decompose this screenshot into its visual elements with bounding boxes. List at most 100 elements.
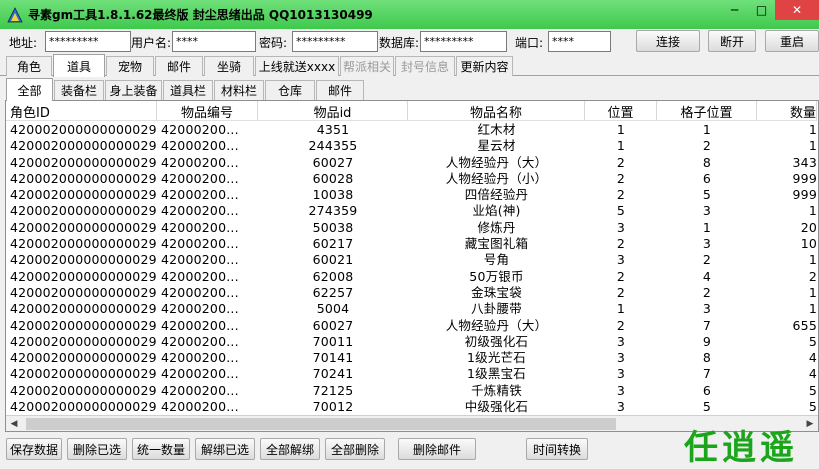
tab-ban-info[interactable]: 封号信息 [395,56,455,76]
col-header-item-id[interactable]: 物品id [258,101,408,121]
subtab-mail[interactable]: 邮件 [316,80,364,100]
cell-item-name: 初级强化石 [464,333,529,349]
close-button[interactable]: ✕ [775,0,819,20]
cell-position: 2 [616,170,626,186]
maximize-button[interactable]: □ [748,0,775,20]
port-field[interactable]: **** [548,31,611,52]
subtab-item-bar[interactable]: 道具栏 [163,80,213,100]
col-header-position[interactable]: 位置 [585,101,657,121]
scrollbar-thumb[interactable] [26,418,616,430]
cell-quantity: 999 [792,187,817,203]
table-row[interactable]: 420002000000000029 42000200... 60021 号角 3 2 1 [6,252,817,268]
table-row[interactable]: 420002000000000029 42000200... 244355 星云材 1 2… [6,138,817,154]
table-row[interactable]: 420002000000000029 42000200... 60027 人物经验丹（… [6,318,817,334]
col-header-role-id[interactable]: 角色ID [6,101,157,121]
cell-item-id: 70011 [312,333,354,349]
table-row[interactable]: 420002000000000029 42000200... 70012 中级强化石 3… [6,399,817,415]
cell-item-no: 42000200... [161,170,239,186]
unify-quantity-button[interactable]: 统一数量 [132,438,190,460]
table-row[interactable]: 420002000000000029 42000200... 50038 修炼丹 3 1 2… [6,220,817,236]
cell-quantity: 1 [808,138,817,154]
scroll-left-icon[interactable]: ◀ [6,416,22,431]
cell-item-no: 42000200... [161,333,239,349]
cell-role-id: 420002000000000029 [10,366,157,382]
table-row[interactable]: 420002000000000029 42000200... 10038 四倍经验丹 2… [6,187,817,203]
subtab-equip-bar[interactable]: 装备栏 [54,80,104,100]
cell-quantity: 20 [800,219,817,235]
tab-login-gift[interactable]: 上线就送xxxx [255,56,339,76]
table-row[interactable]: 420002000000000029 42000200... 62257 金珠宝袋 2 2… [6,285,817,301]
item-table[interactable]: 角色ID 物品编号 物品id 物品名称 位置 格子位置 数量 420002000… [5,100,819,432]
tab-pets[interactable]: 宠物 [106,56,154,76]
tab-guild[interactable]: 帮派相关 [340,56,394,76]
subtab-all[interactable]: 全部 [6,78,53,101]
table-row[interactable]: 420002000000000029 42000200... 4351 红木材 1 1 1 [6,122,817,138]
table-row[interactable]: 420002000000000029 42000200... 60217 藏宝图礼箱 2… [6,236,817,252]
cell-position: 2 [616,284,626,300]
cell-quantity: 5 [808,382,817,398]
cell-role-id: 420002000000000029 [10,333,157,349]
subtab-worn-equip[interactable]: 身上装备 [105,80,162,100]
cell-item-name: 千炼精铁 [471,382,522,398]
table-row[interactable]: 420002000000000029 42000200... 60027 人物经验丹（… [6,155,817,171]
tab-mount[interactable]: 坐骑 [204,56,254,76]
table-row[interactable]: 420002000000000029 42000200... 5004 八卦腰带 1 3 1 [6,301,817,317]
table-row[interactable]: 420002000000000029 42000200... 70241 1级黑宝石 3… [6,366,817,382]
table-row[interactable]: 420002000000000029 42000200... 60028 人物经验丹（… [6,171,817,187]
tab-updates[interactable]: 更新内容 [456,56,513,76]
cell-position: 2 [616,236,626,252]
table-row[interactable]: 420002000000000029 42000200... 72125 千炼精铁 3 6… [6,383,817,399]
cell-item-name: 星云材 [477,138,516,154]
cell-item-no: 42000200... [161,203,239,219]
col-header-item-name[interactable]: 物品名称 [408,101,585,121]
tab-items[interactable]: 道具 [53,54,105,77]
cell-item-name: 1级光芒石 [467,350,526,366]
cell-position: 2 [616,317,626,333]
subtab-material-bar[interactable]: 材料栏 [214,80,264,100]
cell-item-name: 红木材 [477,122,516,137]
cell-position: 1 [616,138,626,154]
cell-item-name: 人物经验丹（小） [445,170,548,186]
table-row[interactable]: 420002000000000029 42000200... 70011 初级强化石 3… [6,334,817,350]
delete-all-button[interactable]: 全部删除 [325,438,385,460]
cell-position: 3 [616,399,626,415]
address-field[interactable]: ********* [45,31,131,52]
cell-item-no: 42000200... [161,219,239,235]
unbind-all-button[interactable]: 全部解绑 [260,438,320,460]
username-field[interactable]: **** [172,31,256,52]
cell-quantity: 655 [792,317,817,333]
table-row[interactable]: 420002000000000029 42000200... 70141 1级光芒石 3… [6,350,817,366]
window-title: 寻素gm工具1.8.1.62最终版 封尘思绪出品 QQ1013130499 [28,8,373,22]
delete-mail-button[interactable]: 删除邮件 [398,438,476,460]
cell-item-no: 42000200... [161,187,239,203]
cell-item-id: 70141 [312,350,354,366]
title-bar: 寻素gm工具1.8.1.62最终版 封尘思绪出品 QQ1013130499 ─ … [0,0,819,29]
subtab-warehouse[interactable]: 仓库 [265,80,315,100]
time-convert-button[interactable]: 时间转换 [526,438,588,460]
tab-mail[interactable]: 邮件 [155,56,203,76]
cell-item-id: 70012 [312,399,354,415]
disconnect-button[interactable]: 断开 [708,30,756,52]
tab-role[interactable]: 角色 [6,56,52,76]
delete-selected-button[interactable]: 删除已选 [67,438,127,460]
password-field[interactable]: ********* [292,31,378,52]
cell-role-id: 420002000000000029 [10,284,157,300]
connect-button[interactable]: 连接 [636,30,700,52]
minimize-button[interactable]: ─ [721,0,748,20]
scroll-right-icon[interactable]: ▶ [802,416,818,431]
cell-position: 3 [616,333,626,349]
reconnect-button[interactable]: 重启 [765,30,819,52]
table-row[interactable]: 420002000000000029 42000200... 62008 50万银币 2… [6,269,817,285]
cell-item-id: 62257 [312,284,354,300]
col-header-item-no[interactable]: 物品编号 [157,101,258,121]
database-field[interactable]: ********* [420,31,507,52]
cell-slot: 3 [702,301,712,317]
save-data-button[interactable]: 保存数据 [6,438,62,460]
table-row[interactable]: 420002000000000029 42000200... 274359 业焰(神)… [6,203,817,219]
col-header-quantity[interactable]: 数量 [757,101,817,121]
cell-slot: 7 [702,366,712,382]
cell-item-id: 5004 [316,301,350,317]
user-label: 用户名: [131,36,172,50]
unbind-selected-button[interactable]: 解绑已选 [195,438,255,460]
col-header-slot[interactable]: 格子位置 [657,101,757,121]
